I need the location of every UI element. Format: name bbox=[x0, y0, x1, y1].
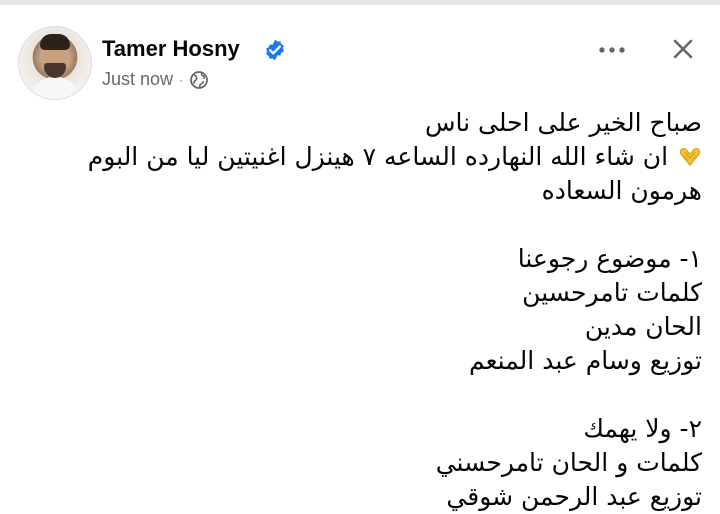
song-one-lyrics-credit: كلمات تامرحسين bbox=[522, 278, 702, 307]
verified-badge-icon bbox=[266, 39, 284, 61]
post-line-greeting: صباح الخير على احلى ناس bbox=[425, 108, 702, 137]
meta-separator: · bbox=[179, 72, 184, 87]
song-two-arrangement-credit: توزيع عبد الرحمن شوقي bbox=[446, 482, 702, 511]
song-one-title: ١- موضوع رجوعنا bbox=[517, 244, 702, 273]
song-two-lyrics-music-credit: كلمات و الحان تامرحسني bbox=[435, 448, 702, 477]
globe-icon[interactable] bbox=[189, 70, 209, 90]
post-line-release: ان شاء الله النهارده الساعه ٧ هينزل اغني… bbox=[32, 140, 702, 208]
heart-hands-emoji-icon bbox=[679, 147, 701, 166]
post-meta: Just now · bbox=[102, 69, 209, 90]
more-options-button[interactable] bbox=[595, 33, 629, 67]
post-time[interactable]: Just now bbox=[102, 69, 173, 90]
song-one-arrangement-credit: توزيع وسام عبد المنعم bbox=[468, 346, 702, 375]
more-icon bbox=[599, 47, 625, 53]
close-button[interactable] bbox=[666, 32, 700, 66]
close-icon bbox=[673, 39, 693, 59]
post-body: صباح الخير على احلى ناس ان شاء الله النه… bbox=[32, 106, 702, 514]
post-header: Tamer Hosny Just now · bbox=[18, 26, 702, 100]
avatar[interactable] bbox=[18, 26, 92, 100]
author-name[interactable]: Tamer Hosny bbox=[102, 36, 240, 62]
song-one-music-credit: الحان مدين bbox=[584, 312, 702, 341]
top-divider bbox=[0, 0, 720, 5]
avatar-beard bbox=[44, 63, 66, 78]
avatar-shirt bbox=[31, 77, 79, 99]
post-line-release-text: ان شاء الله النهارده الساعه ٧ هينزل اغني… bbox=[87, 142, 702, 205]
avatar-hair bbox=[40, 34, 70, 50]
song-two-title: ٢- ولا يهمك bbox=[583, 414, 702, 443]
